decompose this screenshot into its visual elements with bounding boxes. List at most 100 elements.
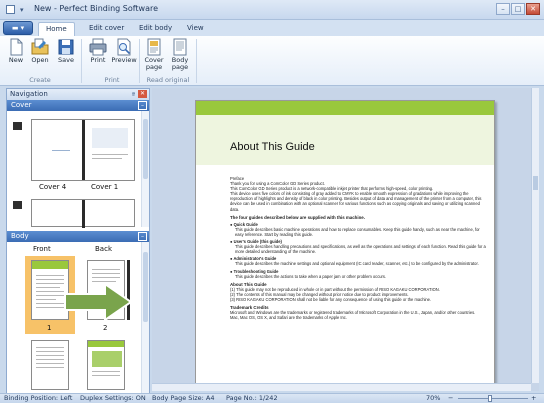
cover-1-caption: Cover 1 (91, 183, 119, 191)
document-paragraph: This guide describes the machine setting… (235, 261, 479, 267)
cover-spread-thumbnail-2[interactable] (31, 199, 135, 228)
body-page-3-thumbnail[interactable] (31, 340, 69, 390)
navigation-panel: Navigation ª ✕ Cover – Cover 4 Cover 1 B… (6, 88, 150, 394)
file-menu-button[interactable]: ▬ ▾ (3, 21, 33, 35)
collapse-cover-icon[interactable]: – (138, 101, 147, 110)
print-preview-icon (117, 38, 131, 56)
scroll-thumb[interactable] (143, 252, 148, 322)
thumbnail-line (36, 367, 64, 368)
body-pane-title: Body (11, 232, 29, 240)
zoom-slider-track[interactable] (458, 398, 528, 399)
tab-home[interactable]: Home (38, 22, 75, 36)
document-paragraph: This guide describes basic machine opera… (235, 226, 480, 237)
app-icon[interactable] (6, 5, 15, 14)
thumbnail-line (92, 269, 120, 270)
document-vertical-scrollbar[interactable] (531, 88, 539, 383)
thumbnail-line (36, 299, 56, 300)
spine (82, 120, 85, 180)
preview-button[interactable]: Preview (110, 38, 138, 64)
scroll-thumb[interactable] (533, 176, 538, 190)
thumbnail-line (92, 277, 120, 278)
thumbnail-line (36, 351, 64, 352)
thumbnail-line (92, 371, 120, 372)
group-separator (196, 39, 197, 83)
save-button[interactable]: Save (52, 38, 80, 64)
print-button[interactable]: Print (84, 38, 112, 64)
move-arrow-icon (64, 282, 133, 322)
minimize-icon[interactable]: – (496, 3, 510, 15)
zoom-out-icon[interactable]: − (448, 394, 453, 403)
document-view: About This Guide Preface Thank you for us… (152, 88, 539, 391)
tab-edit-body[interactable]: Edit body (132, 22, 179, 36)
thumbnail-line (36, 307, 64, 308)
thumbnail-line (36, 291, 64, 292)
zoom-slider-thumb[interactable] (487, 395, 492, 402)
zoom-in-icon[interactable]: + (531, 394, 536, 403)
document-paragraph: This device uses five colors of ink cons… (230, 191, 482, 212)
quick-access-dropdown-icon[interactable]: ▾ (20, 6, 24, 14)
cover-pane-header[interactable]: Cover – (7, 100, 149, 111)
cover-4-caption: Cover 4 (39, 183, 67, 191)
maximize-icon[interactable]: □ (511, 3, 525, 15)
thumbnail-line (36, 295, 64, 296)
thumbnail-line (36, 347, 64, 348)
file-menu-icon: ▬ ▾ (11, 24, 25, 32)
group-label-read-original: Read original (146, 76, 190, 84)
thumbnail-line (36, 283, 64, 284)
document-paragraph: This guide describes handling precaution… (235, 244, 486, 255)
body-page-4-thumbnail[interactable] (87, 340, 125, 390)
thumbnail-line (92, 375, 120, 376)
cover-pane-title: Cover (11, 101, 32, 109)
collapse-body-icon[interactable]: – (138, 232, 147, 241)
document-paragraph: Mac, Mac OS, OS X, and Safari are the tr… (230, 315, 347, 321)
navigation-title: Navigation (10, 90, 48, 98)
cover-image (92, 128, 128, 148)
thumbnail-line (36, 359, 64, 360)
new-document-icon (10, 38, 23, 56)
body-pane-header[interactable]: Body – (7, 231, 149, 242)
open-button[interactable]: Open (26, 38, 54, 64)
cover-marker-icon (13, 201, 22, 209)
ribbon-tabs: ▬ ▾ Home Edit cover Edit body View (0, 20, 544, 36)
page-number: Page No.: 1/242 (226, 394, 278, 402)
window-title: New - Perfect Binding Software (34, 4, 159, 13)
thumbnail-header (88, 341, 124, 347)
document-paragraph: This guide describes the actions to take… (235, 273, 387, 279)
thumbnail-line (36, 287, 60, 288)
group-label-create: Create (29, 76, 51, 84)
page-green-bar (196, 101, 494, 115)
page-2-caption: 2 (103, 324, 108, 332)
status-bar: Binding Position: Left Duplex Settings: … (0, 393, 544, 403)
group-label-print: Print (104, 76, 120, 84)
document-body: Preface Thank you for using a ComColor GD… (230, 176, 486, 320)
thumbnail-line (36, 363, 64, 364)
thumbnail-image (92, 351, 122, 367)
pin-icon[interactable]: ª (132, 90, 135, 100)
thumbnail-header (32, 261, 68, 269)
back-label: Back (95, 245, 112, 253)
cover-spread-thumbnail[interactable] (31, 119, 135, 181)
scroll-thumb[interactable] (143, 119, 148, 179)
tab-view[interactable]: View (180, 22, 211, 36)
document-paragraph: (3) RISO KAGAKU CORPORATION shall not be… (230, 296, 432, 302)
body-page-button[interactable]: Body page (166, 38, 194, 71)
thumbnail-line (36, 275, 64, 276)
close-icon[interactable]: ✕ (526, 3, 540, 15)
document-title: About This Guide (230, 141, 315, 153)
body-page-icon (173, 38, 187, 56)
title-bar: ▾ New - Perfect Binding Software – □ ✕ (0, 0, 544, 20)
navigation-header: Navigation ª ✕ (7, 89, 149, 100)
cover-marker-icon (13, 122, 22, 130)
body-page-size: Body Page Size: A4 (152, 394, 215, 402)
cover-page-button[interactable]: Cover page (140, 38, 168, 71)
cover-scrollbar[interactable] (141, 111, 149, 227)
body-pane: Front Back 1 2 (7, 242, 149, 394)
cover-text-line (92, 158, 122, 159)
close-panel-icon[interactable]: ✕ (138, 90, 147, 98)
body-scrollbar[interactable] (141, 242, 149, 394)
document-page: About This Guide Preface Thank you for us… (195, 100, 495, 384)
front-label: Front (33, 245, 51, 253)
cover-text-line (92, 154, 128, 155)
tab-edit-cover[interactable]: Edit cover (82, 22, 131, 36)
document-horizontal-scrollbar[interactable] (152, 383, 531, 391)
